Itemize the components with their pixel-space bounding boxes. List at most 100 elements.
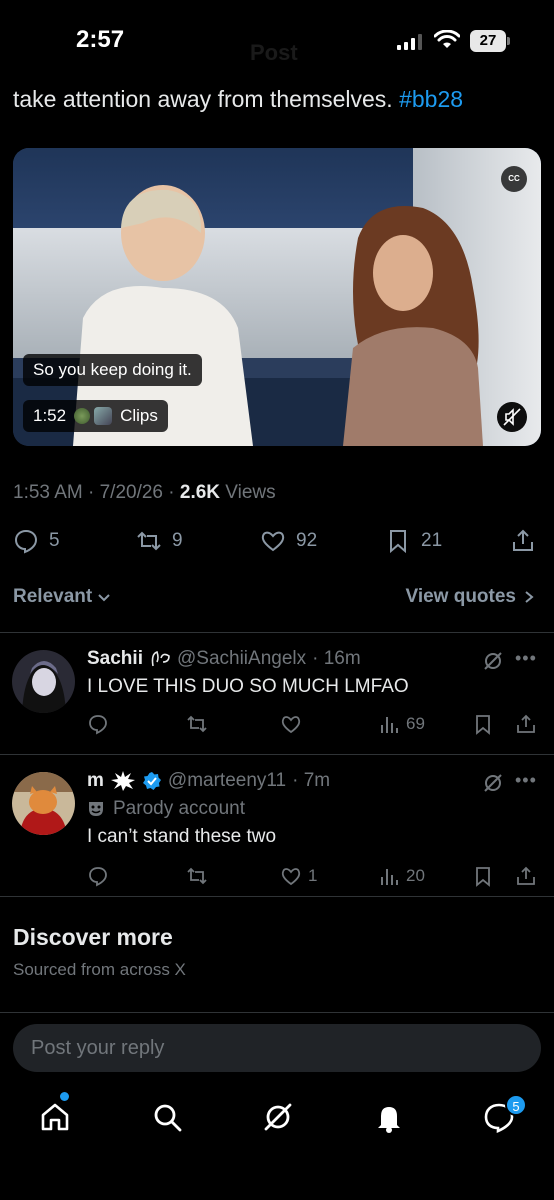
sort-label: Relevant [13,586,93,607]
bottom-tab-bar [0,1088,554,1148]
reply-views-button[interactable]: 69 [378,710,425,738]
views-label: Views [220,482,276,503]
battery-nub [507,37,510,45]
verified-badge-icon [142,772,161,790]
reply-text: I can’t stand these two [87,826,277,847]
more-options-icon[interactable]: ••• [515,770,537,791]
reply-author-handle[interactable]: @SachiiAngelx [177,648,306,670]
views-chart-icon [381,869,398,885]
sort-relevant-dropdown[interactable]: Relevant [13,586,112,608]
reply-share-button[interactable] [515,862,537,890]
parody-label-text: Parody account [113,798,246,819]
grok-icon[interactable] [482,772,504,794]
video-player[interactable]: CC So you keep doing it. 1:52 Clips [13,148,541,446]
clip-avatar-icon [74,408,91,424]
hashtag-link[interactable]: #bb28 [399,86,463,112]
home-unread-dot [60,1092,69,1101]
closed-captions-button[interactable]: CC [501,166,527,192]
wifi-icon [434,30,460,48]
reply-like-count: 1 [308,866,318,885]
reply-like-button[interactable] [280,710,302,738]
repost-count: 9 [172,530,183,551]
reply-count: 5 [49,530,60,551]
mute-icon[interactable] [497,402,527,432]
more-options-icon[interactable]: ••• [515,648,537,669]
reply-item[interactable]: m @marteeny11 · 7m Parody account I can’… [0,754,554,896]
reply-repost-button[interactable] [186,710,208,738]
reply-header: m @marteeny11 · 7m [87,770,330,792]
reply-bookmark-button[interactable] [472,710,494,738]
avatar[interactable] [12,772,75,835]
reply-reply-button[interactable] [87,862,109,890]
repost-icon [187,867,207,885]
status-time: 2:57 [76,26,125,53]
avatar[interactable] [12,650,75,713]
reply-share-button[interactable] [515,710,537,738]
post-meta: 1:53 AM · 7/20/26 · 2.6K Views [13,482,276,504]
battery-level: 27 [470,30,506,52]
share-icon [517,714,535,733]
bookmark-icon [476,867,490,887]
reply-author-handle[interactable]: @marteeny11 [168,770,286,792]
reply-icon [14,529,38,554]
angel-emoji-icon [151,650,170,667]
video-caption: So you keep doing it. [23,354,202,386]
reply-actions: 69 [0,710,554,738]
discover-title: Discover more [13,924,173,950]
post-body: take attention away from themselves. [13,86,393,112]
repost-button[interactable]: 9 [136,524,183,558]
reply-author-name[interactable]: m [87,770,104,792]
heart-icon [281,716,301,734]
views-chart-icon [381,717,398,733]
reply-repost-button[interactable] [186,862,208,890]
post-text: take attention away from themselves. #bb… [13,86,463,113]
grok-icon [264,1103,292,1131]
views-count: 2.6K [179,482,221,503]
bookmark-button[interactable]: 21 [385,524,442,558]
share-icon [513,529,533,551]
reply-header: Sachii @SachiiAngelx · 16m [87,648,361,670]
clips-label: Clips [120,406,158,425]
status-bar: 2:57 Post 27 [0,0,554,80]
reply-like-button[interactable]: 1 [280,862,317,890]
reply-item[interactable]: Sachii @SachiiAngelx · 16m I LOVE THIS D… [0,632,554,754]
reply-icon [89,867,107,887]
reply-icon [89,715,107,735]
post-actions: 5 9 92 21 [0,524,554,558]
bell-icon [378,1107,400,1133]
video-duration-pill[interactable]: 1:52 Clips [23,400,168,432]
reply-reply-button[interactable] [87,710,109,738]
reply-views-button[interactable]: 20 [378,862,425,890]
tab-notifications[interactable] [372,1100,406,1134]
post-timestamp: 1:53 AM · 7/20/26 · [13,482,180,503]
grok-icon[interactable] [482,650,504,672]
home-icon [41,1103,69,1131]
repost-icon [137,531,161,551]
reply-time: · 16m [312,648,361,669]
tab-search[interactable] [150,1100,184,1134]
share-button[interactable] [510,524,536,558]
messages-badge: 5 [505,1094,527,1116]
share-icon [517,866,535,885]
tab-home[interactable] [38,1100,72,1134]
replies-sort-bar: Relevant View quotes [0,584,554,614]
chevron-down-icon [98,594,110,602]
reply-text: I LOVE THIS DUO SO MUCH LMFAO [87,676,409,697]
tab-grok[interactable] [261,1100,295,1134]
burst-emoji-icon [110,771,135,791]
like-button[interactable]: 92 [260,524,317,558]
heart-icon [281,868,301,886]
reply-input[interactable]: Post your reply [13,1024,541,1072]
view-quotes-link[interactable]: View quotes [405,586,536,608]
parody-mask-icon [89,802,103,816]
video-person-right [343,206,483,446]
reply-author-name[interactable]: Sachii [87,648,143,670]
bookmark-icon [390,530,406,554]
reply-button[interactable]: 5 [13,524,60,558]
like-count: 92 [296,530,318,551]
chevron-right-icon [525,591,534,603]
bookmark-icon [476,715,490,735]
clip-avatar-icon [94,407,113,425]
video-duration: 1:52 [33,406,67,425]
reply-bookmark-button[interactable] [472,862,494,890]
